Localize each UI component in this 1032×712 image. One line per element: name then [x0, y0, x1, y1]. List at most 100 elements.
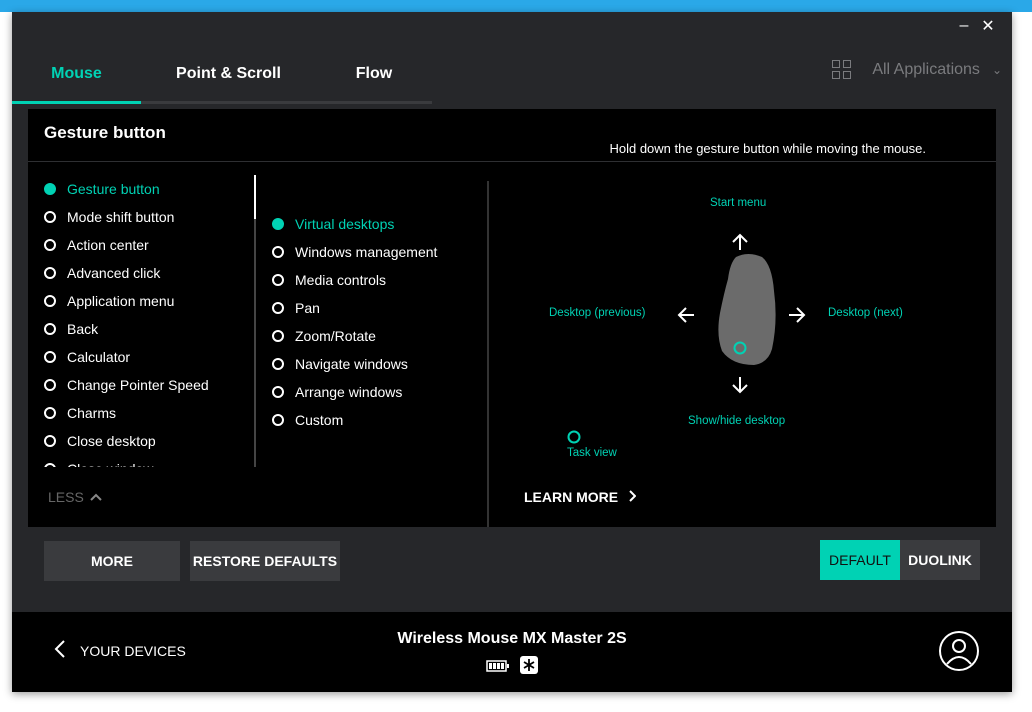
- radio-icon: [272, 218, 284, 230]
- button-list-item-label: Back: [67, 321, 99, 337]
- device-status: [486, 656, 538, 679]
- gesture-mode-item[interactable]: Custom: [272, 406, 472, 434]
- gesture-diagram: Start menu Desktop (previous) Desktop (n…: [488, 169, 996, 469]
- footer-bar: YOUR DEVICES Wireless Mouse MX Master 2S: [12, 612, 1012, 692]
- gesture-up-label: Start menu: [710, 197, 767, 209]
- radio-icon: [44, 295, 56, 307]
- minimize-button[interactable]: –: [952, 16, 976, 36]
- unifying-receiver-icon: [520, 656, 538, 679]
- default-button[interactable]: DEFAULT: [820, 540, 900, 580]
- button-list-item-label: Close desktop: [67, 433, 156, 449]
- radio-icon: [44, 183, 56, 195]
- button-list-item[interactable]: Mode shift button: [44, 203, 254, 231]
- radio-icon: [272, 386, 284, 398]
- button-list-item[interactable]: Gesture button: [44, 175, 254, 203]
- button-list-item-label: Close window: [67, 461, 153, 467]
- chevron-up-icon: [90, 489, 102, 505]
- radio-icon: [44, 351, 56, 363]
- gesture-mode-item[interactable]: Navigate windows: [272, 350, 472, 378]
- arrow-left-icon: [676, 305, 696, 329]
- application-selector-label: All Applications: [872, 61, 980, 78]
- button-list-item-label: Application menu: [67, 293, 175, 309]
- gesture-mode-item[interactable]: Arrange windows: [272, 378, 472, 406]
- less-button[interactable]: LESS: [48, 489, 102, 505]
- gesture-mode-item[interactable]: Pan: [272, 294, 472, 322]
- gesture-mode-list[interactable]: Virtual desktops Windows management Media …: [272, 210, 472, 434]
- desktop-background-strip: [0, 0, 1032, 12]
- button-list-item[interactable]: Action center: [44, 231, 254, 259]
- radio-icon: [272, 274, 284, 286]
- gesture-mode-item-label: Zoom/Rotate: [295, 328, 376, 344]
- button-list-item-label: Action center: [67, 237, 149, 253]
- radio-icon: [44, 463, 56, 467]
- gesture-mode-item[interactable]: Virtual desktops: [272, 210, 472, 238]
- button-list[interactable]: Gesture button Mode shift button Action ce…: [44, 175, 254, 467]
- radio-icon: [272, 414, 284, 426]
- gesture-panel: Gesture button Hold down the gesture but…: [28, 109, 996, 527]
- chevron-down-icon: ⌄: [991, 63, 1002, 77]
- learn-more-link[interactable]: LEARN MORE: [524, 489, 637, 505]
- button-list-item[interactable]: Close window: [44, 455, 254, 467]
- button-list-item-label: Mode shift button: [67, 209, 175, 225]
- button-list-item[interactable]: Close desktop: [44, 427, 254, 455]
- close-button[interactable]: ✕: [976, 16, 1000, 36]
- gesture-mode-item[interactable]: Media controls: [272, 266, 472, 294]
- button-list-item-label: Charms: [67, 405, 117, 421]
- panel-title: Gesture button: [44, 123, 166, 142]
- app-window: – ✕ Mouse Point & Scroll Flow All Applic…: [12, 12, 1012, 692]
- radio-icon: [44, 379, 56, 391]
- gesture-mode-item-label: Custom: [295, 412, 344, 428]
- restore-defaults-button[interactable]: RESTORE DEFAULTS: [190, 541, 340, 581]
- radio-icon: [44, 323, 56, 335]
- mouse-illustration: [714, 251, 780, 372]
- gesture-down-label: Show/hide desktop: [688, 415, 786, 427]
- gesture-mode-item[interactable]: Zoom/Rotate: [272, 322, 472, 350]
- divider: [28, 161, 996, 162]
- arrow-down-icon: [730, 375, 750, 399]
- gesture-mode-item[interactable]: Windows management: [272, 238, 472, 266]
- learn-more-label: LEARN MORE: [524, 489, 619, 505]
- list-scrollbar-thumb[interactable]: [254, 175, 256, 219]
- account-avatar-icon[interactable]: [938, 630, 980, 677]
- button-list-item[interactable]: Advanced click: [44, 259, 254, 287]
- application-selector[interactable]: All Applications ⌄: [832, 60, 1002, 80]
- arrow-right-icon: [787, 305, 807, 329]
- gesture-mode-item-label: Navigate windows: [295, 356, 408, 372]
- tab-bar: Mouse Point & Scroll Flow All Applicatio…: [12, 46, 1012, 104]
- gesture-left-label: Desktop (previous): [549, 307, 646, 319]
- battery-icon: [486, 659, 510, 677]
- radio-icon: [44, 267, 56, 279]
- button-list-item[interactable]: Back: [44, 315, 254, 343]
- tab-active-indicator: [12, 101, 141, 104]
- gesture-mode-item-label: Pan: [295, 300, 320, 316]
- button-list-item[interactable]: Calculator: [44, 343, 254, 371]
- more-button[interactable]: MORE: [44, 541, 180, 581]
- radio-icon: [272, 302, 284, 314]
- radio-icon: [272, 330, 284, 342]
- chevron-right-icon: [628, 489, 637, 505]
- button-list-item[interactable]: Charms: [44, 399, 254, 427]
- gesture-tap-label: Task view: [567, 447, 617, 459]
- gesture-mode-item-label: Virtual desktops: [295, 216, 395, 232]
- radio-icon: [272, 246, 284, 258]
- button-list-item-label: Advanced click: [67, 265, 161, 281]
- tab-mouse[interactable]: Mouse: [12, 46, 141, 102]
- button-list-item-label: Gesture button: [67, 181, 160, 197]
- grid-icon: [832, 60, 852, 80]
- gesture-mode-item-label: Windows management: [295, 244, 438, 260]
- panel-hint: Hold down the gesture button while movin…: [609, 141, 926, 156]
- radio-icon: [272, 358, 284, 370]
- button-list-item-label: Change Pointer Speed: [67, 377, 209, 393]
- duolink-button[interactable]: DUOLINK: [900, 540, 980, 580]
- radio-icon: [44, 435, 56, 447]
- tab-point-scroll[interactable]: Point & Scroll: [141, 46, 316, 102]
- less-label: LESS: [48, 489, 84, 505]
- button-list-item[interactable]: Application menu: [44, 287, 254, 315]
- button-list-item[interactable]: Change Pointer Speed: [44, 371, 254, 399]
- device-name: Wireless Mouse MX Master 2S: [397, 630, 627, 647]
- button-list-item-label: Calculator: [67, 349, 131, 365]
- radio-icon: [44, 239, 56, 251]
- radio-icon: [44, 407, 56, 419]
- tab-flow[interactable]: Flow: [316, 46, 432, 102]
- radio-icon: [44, 211, 56, 223]
